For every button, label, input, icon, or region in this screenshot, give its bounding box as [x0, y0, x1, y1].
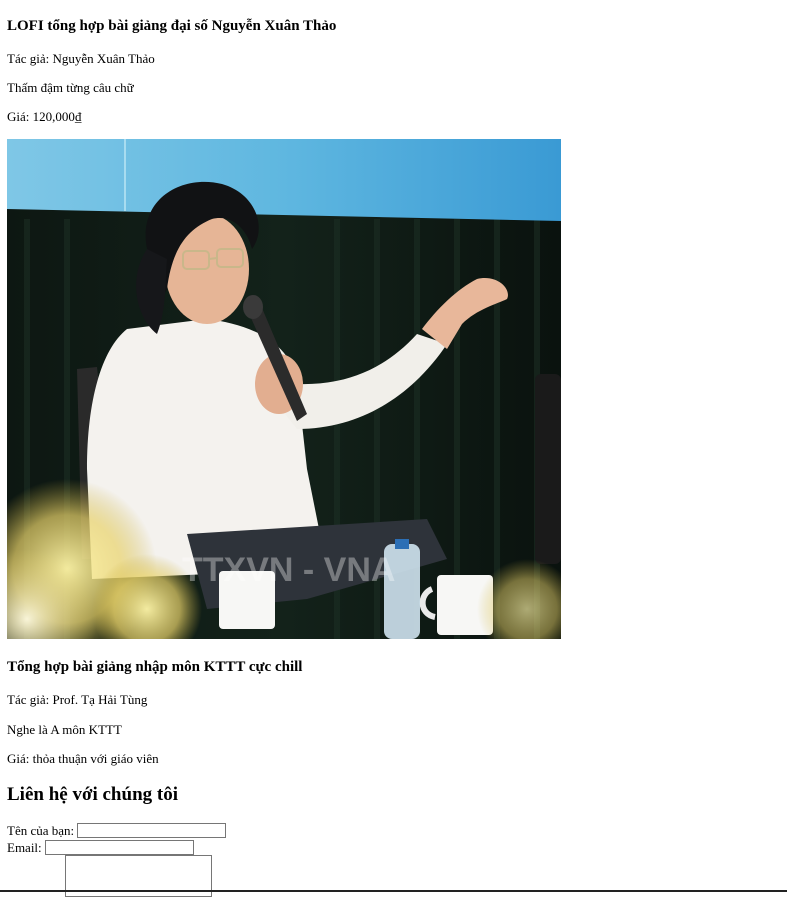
- product-image: TTXVN - VNA: [7, 139, 561, 639]
- email-label: Email:: [7, 839, 42, 855]
- product-price: Giá: thỏa thuận với giáo viên: [7, 751, 159, 766]
- name-label: Tên của bạn:: [7, 822, 75, 838]
- product-title: LOFI tổng hợp bài giảng đại số Nguyễn Xu…: [7, 18, 337, 34]
- product-price: Giá: 120,000₫: [7, 109, 82, 124]
- product-author: Tác giả: Nguyễn Xuân Thảo: [7, 51, 155, 66]
- contact-heading: Liên hệ với chúng tôi: [7, 784, 178, 805]
- name-input[interactable]: [77, 823, 227, 838]
- image-watermark: TTXVN - VNA: [182, 551, 395, 589]
- product-author: Tác giả: Prof. Tạ Hải Tùng: [7, 692, 148, 707]
- product-description: Nghe là A môn KTTT: [7, 722, 122, 737]
- email-input[interactable]: [44, 840, 194, 855]
- product-title: Tổng hợp bài giảng nhập môn KTTT cực chi…: [7, 659, 303, 675]
- email-row: Email:: [7, 839, 226, 856]
- contact-form: Tên của bạn: Email:: [7, 822, 227, 897]
- name-row: Tên của bạn:: [7, 822, 227, 839]
- product-description: Thấm đậm từng câu chữ: [7, 80, 134, 95]
